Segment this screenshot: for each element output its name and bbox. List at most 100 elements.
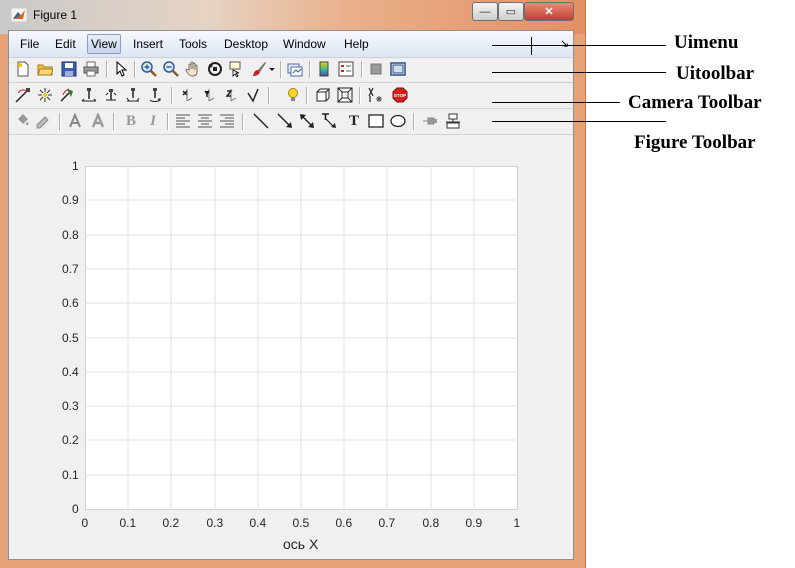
text-color-icon[interactable] [67,113,83,129]
stop-camera-icon[interactable]: STOP [392,87,408,103]
menu-insert[interactable]: Insert [130,35,166,53]
maximize-button[interactable]: ▭ [498,2,524,21]
hide-plot-tools-icon[interactable] [368,61,384,77]
link-plot-icon[interactable] [287,61,303,77]
face-color-icon[interactable] [15,113,31,129]
camera-toolbar: STOP [9,83,573,109]
x-tick-label: 0.3 [206,516,224,530]
toolbar-separator [167,113,169,130]
toolbar-separator [242,113,244,130]
text-box-icon[interactable]: T [346,113,362,129]
uimenu-callout-line [492,45,666,46]
menu-file[interactable]: File [17,35,42,53]
move-camera-horizontally-icon[interactable] [81,87,97,103]
y-tick-label: 0.2 [62,433,79,447]
x-tick-label: 0 [81,516,89,530]
orthographic-projection-icon[interactable] [315,87,331,103]
menu-help[interactable]: Help [341,35,372,53]
double-arrow-icon[interactable] [299,113,315,129]
uitoolbar [9,57,573,83]
toolbar-separator [359,87,361,104]
orbit-camera-icon[interactable] [15,87,31,103]
x-tick-label: 0.4 [249,516,267,530]
align-distribute-icon[interactable] [445,113,461,129]
text-arrow-icon[interactable] [321,113,337,129]
insert-legend-icon[interactable] [338,61,354,77]
y-tick-label: 0.3 [62,399,79,413]
menu-view[interactable]: View [87,34,121,54]
y-tick-label: 0.8 [62,228,79,242]
orbit-light-icon[interactable] [37,87,53,103]
rectangle-icon[interactable] [368,113,384,129]
camera-toolbar-callout-label: Camera Toolbar [628,92,762,113]
toggle-scene-light-icon[interactable] [285,87,301,103]
brush-dropdown-icon[interactable] [267,61,277,77]
uimenu-bar: File Edit View Insert Tools Desktop Wind… [9,31,573,58]
move-camera-forward-icon[interactable] [103,87,119,103]
axes-grid [85,166,518,510]
y-tick-label: 0.7 [62,262,79,276]
x-tick-label: 0.8 [422,516,440,530]
maximize-icon: ▭ [505,6,517,18]
align-right-icon[interactable] [219,113,235,129]
toolbar-separator [171,87,173,104]
brush-icon[interactable] [251,61,267,77]
reset-camera-icon[interactable] [367,87,383,103]
toolbar-separator [134,61,136,78]
italic-icon[interactable]: I [145,113,161,129]
edit-plot-icon[interactable] [113,61,129,77]
x-tick-label: 0.5 [292,516,310,530]
no-principal-axis-icon[interactable] [245,87,261,103]
close-button[interactable]: ✕ [524,2,574,21]
arrow-icon[interactable] [277,113,293,129]
menu-window[interactable]: Window [280,35,329,53]
font-icon[interactable] [90,113,106,129]
minimize-button[interactable]: — [472,2,498,21]
close-icon: ✕ [544,6,554,18]
data-cursor-icon[interactable] [229,61,245,77]
line-icon[interactable] [253,113,269,129]
x-tick-label: 0.6 [335,516,353,530]
bold-icon[interactable]: B [123,113,139,129]
align-left-icon[interactable] [175,113,191,129]
x-tick-label: 0.1 [119,516,137,530]
uitoolbar-callout-label: Uitoolbar [676,63,755,84]
pin-icon[interactable] [422,113,438,129]
menu-overflow-icon[interactable]: ↘ [557,35,572,53]
uitoolbar-callout-line [492,72,666,73]
axes[interactable] [85,166,518,510]
rotate-3d-icon[interactable] [207,61,223,77]
zoom-in-icon[interactable] [141,61,157,77]
pan-tilt-camera-icon[interactable] [59,87,75,103]
x-principal-axis-icon[interactable] [179,87,195,103]
x-tick-label: 0.7 [378,516,396,530]
show-plot-tools-icon[interactable] [390,61,406,77]
toolbar-separator [106,61,108,78]
zoom-out-icon[interactable] [163,61,179,77]
align-center-icon[interactable] [197,113,213,129]
z-principal-axis-icon[interactable] [223,87,239,103]
roll-camera-icon[interactable] [147,87,163,103]
insert-colorbar-icon[interactable] [316,61,332,77]
pan-icon[interactable] [185,61,201,77]
edge-color-icon[interactable] [35,113,51,129]
menu-desktop[interactable]: Desktop [221,35,271,53]
y-tick-label: 0.9 [62,193,79,207]
uimenu-callout-tick [531,37,532,55]
ellipse-icon[interactable] [390,113,406,129]
menu-tools[interactable]: Tools [176,35,210,53]
x-tick-label: 0.9 [465,516,483,530]
save-icon[interactable] [61,61,77,77]
print-icon[interactable] [83,61,99,77]
x-tick-label: 0.2 [162,516,180,530]
toolbar-separator [268,87,270,104]
new-figure-icon[interactable] [15,61,31,77]
toolbar-separator [413,113,415,130]
open-file-icon[interactable] [37,61,53,77]
menu-edit[interactable]: Edit [52,35,79,53]
zoom-camera-icon[interactable] [125,87,141,103]
matlab-logo-icon [11,8,27,22]
y-principal-axis-icon[interactable] [201,87,217,103]
y-tick-label: 0.1 [62,468,79,482]
perspective-projection-icon[interactable] [337,87,353,103]
